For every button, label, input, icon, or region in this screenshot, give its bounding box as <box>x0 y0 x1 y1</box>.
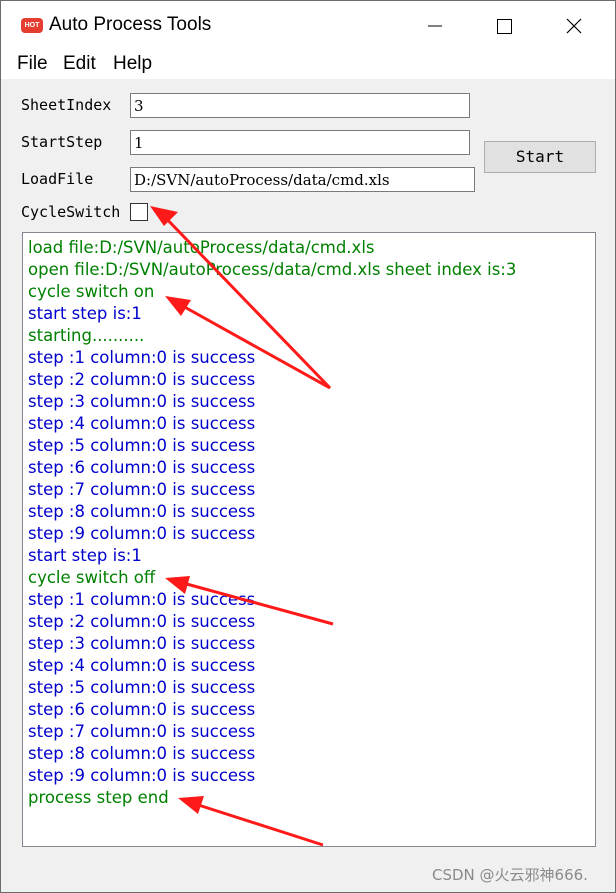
start-step-label: StartStep <box>21 133 103 151</box>
close-button[interactable] <box>551 1 597 49</box>
log-line: process step end <box>28 788 169 807</box>
start-step-input[interactable]: 1 <box>130 130 470 155</box>
cycle-switch-label: CycleSwitch <box>21 203 121 221</box>
menu-file[interactable]: File <box>17 53 48 75</box>
log-line: step :7 column:0 is success <box>28 480 256 499</box>
log-line: cycle switch off <box>28 568 156 587</box>
log-line: step :4 column:0 is success <box>28 414 256 433</box>
load-file-input[interactable]: D:/SVN/autoProcess/data/cmd.xls <box>130 167 475 192</box>
log-line: cycle switch on <box>28 282 155 301</box>
log-line: step :6 column:0 is success <box>28 700 256 719</box>
log-line: step :2 column:0 is success <box>28 370 256 389</box>
log-line: step :9 column:0 is success <box>28 766 256 785</box>
maximize-button[interactable] <box>481 1 527 49</box>
minimize-button[interactable] <box>411 1 457 49</box>
log-line: starting.......... <box>28 326 145 345</box>
log-line: step :9 column:0 is success <box>28 524 256 543</box>
start-button[interactable]: Start <box>484 141 596 173</box>
sheet-index-label: SheetIndex <box>21 96 112 114</box>
log-line: step :1 column:0 is success <box>28 348 256 367</box>
log-output-panel[interactable]: load file:D:/SVN/autoProcess/data/cmd.xl… <box>22 232 596 847</box>
log-line: step :5 column:0 is success <box>28 436 256 455</box>
log-line: step :8 column:0 is success <box>28 744 256 763</box>
log-line: step :3 column:0 is success <box>28 392 256 411</box>
log-line: step :4 column:0 is success <box>28 656 256 675</box>
maximize-icon <box>497 19 512 34</box>
menu-edit[interactable]: Edit <box>63 53 96 75</box>
log-line: load file:D:/SVN/autoProcess/data/cmd.xl… <box>28 238 375 257</box>
log-line: step :7 column:0 is success <box>28 722 256 741</box>
log-line: step :3 column:0 is success <box>28 634 256 653</box>
window-title: Auto Process Tools <box>49 14 212 35</box>
log-line: open file:D:/SVN/autoProcess/data/cmd.xl… <box>28 260 517 279</box>
log-line: step :2 column:0 is success <box>28 612 256 631</box>
log-line: start step is:1 <box>28 304 142 323</box>
app-hot-icon: HOT <box>21 18 43 33</box>
close-icon <box>566 18 582 34</box>
load-file-label: LoadFile <box>21 170 94 188</box>
log-line: step :8 column:0 is success <box>28 502 256 521</box>
menu-help[interactable]: Help <box>113 53 152 75</box>
log-line: step :1 column:0 is success <box>28 590 256 609</box>
app-window: HOT Auto Process Tools File Edit Help Sh… <box>0 0 616 893</box>
sheet-index-input[interactable]: 3 <box>130 93 470 118</box>
log-line: start step is:1 <box>28 546 142 565</box>
menu-bar: File Edit Help <box>1 49 615 79</box>
log-line: step :5 column:0 is success <box>28 678 256 697</box>
cycle-switch-checkbox[interactable] <box>130 203 148 221</box>
log-line: step :6 column:0 is success <box>28 458 256 477</box>
watermark-text: CSDN @火云邪神666. <box>432 866 588 884</box>
minimize-icon <box>428 25 442 27</box>
title-bar[interactable]: HOT Auto Process Tools <box>1 1 615 49</box>
